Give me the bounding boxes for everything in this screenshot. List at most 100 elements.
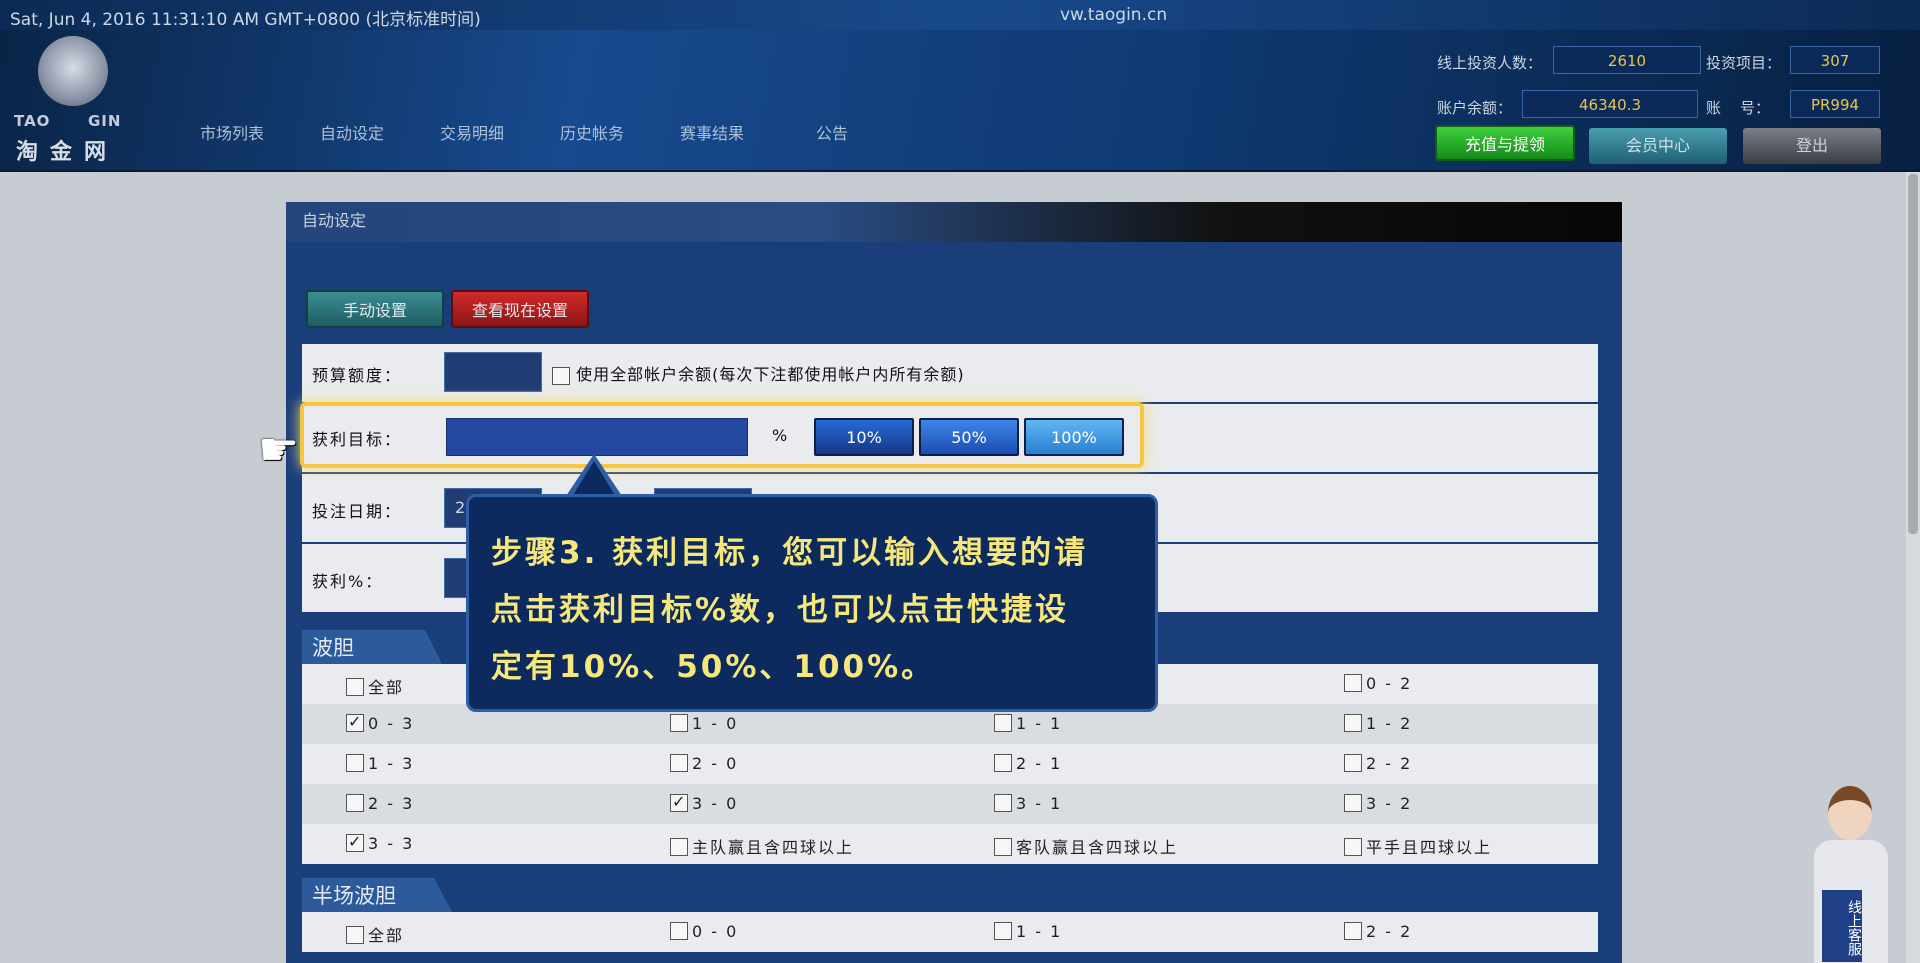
score-checkbox[interactable] bbox=[1344, 794, 1362, 812]
profit-target-input[interactable] bbox=[446, 418, 748, 456]
score-checkbox[interactable] bbox=[670, 754, 688, 772]
use-all-balance-checkbox[interactable] bbox=[552, 366, 570, 385]
score-checkbox[interactable] bbox=[670, 792, 688, 812]
quick-100-percent-button[interactable]: 100% bbox=[1024, 418, 1124, 456]
projects-label: 投资项目： bbox=[1706, 54, 1782, 72]
table-row: 1 - 3 2 - 0 2 - 1 2 - 2 bbox=[302, 744, 1598, 784]
tooltip-arrow-inner bbox=[572, 461, 616, 497]
score-checkbox[interactable] bbox=[1344, 754, 1362, 772]
half-grid: 全部 0 - 0 1 - 1 2 - 2 bbox=[302, 912, 1598, 952]
score-checkbox[interactable] bbox=[670, 714, 688, 732]
nav-history[interactable]: 历史帐务 bbox=[560, 120, 624, 144]
score-label: 3 - 2 bbox=[1366, 794, 1413, 813]
budget-row: 预算额度： 使用全部帐户余额(每次下注都使用帐户内所有余额) bbox=[302, 344, 1598, 404]
score-checkbox[interactable] bbox=[346, 754, 364, 772]
score-label: 3 - 0 bbox=[692, 794, 739, 813]
profit-target-label: 获利目标： bbox=[312, 430, 403, 449]
use-all-balance-label: 使用全部帐户余额(每次下注都使用帐户内所有余额) bbox=[576, 365, 965, 384]
nav-market-list[interactable]: 市场列表 bbox=[200, 120, 264, 144]
panel-title: 自动设定 bbox=[286, 202, 1622, 242]
score-checkbox[interactable] bbox=[670, 838, 688, 856]
section-bodan-title: 波胆 bbox=[302, 630, 442, 664]
score-label: 1 - 1 bbox=[1016, 922, 1063, 941]
table-row: 2 - 3 3 - 0 3 - 1 3 - 2 bbox=[302, 784, 1598, 824]
nav-auto-settings[interactable]: 自动设定 bbox=[320, 120, 384, 144]
score-label: 1 - 2 bbox=[1366, 714, 1413, 733]
score-checkbox[interactable] bbox=[1344, 922, 1362, 940]
top-status-bar: Sat, Jun 4, 2016 11:31:10 AM GMT+0800 (北… bbox=[0, 0, 1920, 30]
score-label: 0 - 3 bbox=[368, 714, 415, 733]
score-label: 1 - 1 bbox=[1016, 714, 1063, 733]
profit-percent-label: 获利%： bbox=[312, 572, 384, 591]
score-checkbox[interactable] bbox=[670, 922, 688, 940]
scrollbar-thumb[interactable] bbox=[1908, 174, 1918, 534]
tooltip-line-3: 定有10%、50%、100%。 bbox=[491, 649, 936, 685]
score-checkbox[interactable] bbox=[346, 926, 364, 944]
balance-value: 46340.3 bbox=[1522, 90, 1698, 118]
page-scrollbar[interactable] bbox=[1906, 172, 1920, 963]
bet-date-label: 投注日期： bbox=[312, 502, 403, 521]
score-checkbox[interactable] bbox=[1344, 714, 1362, 732]
table-row: 全部 0 - 0 1 - 1 2 - 2 bbox=[302, 912, 1598, 952]
score-label: 2 - 2 bbox=[1366, 754, 1413, 773]
table-row: 3 - 3 主队赢且含四球以上 客队赢且含四球以上 平手且四球以上 bbox=[302, 824, 1598, 864]
score-checkbox[interactable] bbox=[994, 714, 1012, 732]
site-header: TAO GIN 淘金网 市场列表 自动设定 交易明细 历史帐务 赛事结果 公告 … bbox=[0, 30, 1920, 172]
score-checkbox[interactable] bbox=[994, 838, 1012, 856]
pointing-hand-icon: ☛ bbox=[258, 422, 300, 476]
percent-sign: % bbox=[772, 426, 788, 445]
logout-button[interactable]: 登出 bbox=[1743, 128, 1881, 164]
score-label: 主队赢且含四球以上 bbox=[692, 838, 855, 857]
score-checkbox[interactable] bbox=[994, 754, 1012, 772]
deposit-withdraw-button[interactable]: 充值与提领 bbox=[1435, 125, 1575, 161]
account-value: PR994 bbox=[1790, 90, 1880, 118]
online-service-agent[interactable]: 线上客服 bbox=[1800, 780, 1890, 963]
nav-results[interactable]: 赛事结果 bbox=[680, 120, 744, 144]
online-investors-value: 2610 bbox=[1553, 46, 1701, 74]
eagle-football-logo-icon bbox=[38, 36, 108, 106]
manual-settings-button[interactable]: 手动设置 bbox=[306, 290, 444, 328]
score-checkbox[interactable] bbox=[346, 794, 364, 812]
quick-10-percent-button[interactable]: 10% bbox=[814, 418, 914, 456]
score-label: 客队赢且含四球以上 bbox=[1016, 838, 1179, 857]
member-center-button[interactable]: 会员中心 bbox=[1589, 128, 1727, 164]
score-label: 3 - 1 bbox=[1016, 794, 1063, 813]
budget-input[interactable] bbox=[444, 352, 542, 392]
score-label: 0 - 2 bbox=[1366, 674, 1413, 693]
tooltip-line-2: 点击获利目标%数，也可以点击快捷设 bbox=[491, 592, 1070, 628]
score-label: 2 - 3 bbox=[368, 794, 415, 813]
step3-tooltip: 步骤3. 获利目标，您可以输入想要的请 点击获利目标%数，也可以点击快捷设 定有… bbox=[466, 494, 1158, 712]
quick-50-percent-button[interactable]: 50% bbox=[919, 418, 1019, 456]
score-checkbox[interactable] bbox=[994, 794, 1012, 812]
score-checkbox[interactable] bbox=[1344, 838, 1362, 856]
score-label: 2 - 1 bbox=[1016, 754, 1063, 773]
site-logo[interactable]: TAO GIN 淘金网 bbox=[14, 36, 132, 165]
view-current-settings-button[interactable]: 查看现在设置 bbox=[451, 290, 589, 328]
nav-transactions[interactable]: 交易明细 bbox=[440, 120, 504, 144]
online-service-badge: 线上客服 bbox=[1822, 890, 1862, 962]
tooltip-line-1: 步骤3. 获利目标，您可以输入想要的请 bbox=[491, 535, 1089, 571]
score-label: 1 - 3 bbox=[368, 754, 415, 773]
score-checkbox[interactable] bbox=[994, 922, 1012, 940]
score-checkbox[interactable] bbox=[346, 832, 364, 852]
balance-label: 账户余额： bbox=[1437, 99, 1513, 117]
score-label: 全部 bbox=[368, 678, 405, 697]
logo-en-left: TAO bbox=[14, 112, 51, 130]
nav-announcements[interactable]: 公告 bbox=[816, 120, 848, 144]
score-label: 2 - 0 bbox=[692, 754, 739, 773]
site-domain: vw.taogin.cn bbox=[1060, 5, 1168, 25]
datetime-text: Sat, Jun 4, 2016 11:31:10 AM GMT+0800 (北… bbox=[10, 10, 481, 30]
score-checkbox[interactable] bbox=[1344, 674, 1362, 692]
score-checkbox[interactable] bbox=[346, 678, 364, 696]
score-label: 0 - 0 bbox=[692, 922, 739, 941]
score-label: 2 - 2 bbox=[1366, 922, 1413, 941]
agent-avatar-icon bbox=[1828, 786, 1872, 840]
logo-zh-text: 淘金网 bbox=[16, 140, 119, 165]
score-checkbox[interactable] bbox=[346, 712, 364, 732]
score-label: 全部 bbox=[368, 926, 405, 945]
account-label-2: 号： bbox=[1740, 99, 1771, 117]
section-half-title: 半场波胆 bbox=[302, 878, 452, 912]
online-investors-label: 线上投资人数： bbox=[1437, 54, 1543, 72]
score-label: 平手且四球以上 bbox=[1366, 838, 1493, 857]
logo-en-right: GIN bbox=[88, 112, 122, 130]
